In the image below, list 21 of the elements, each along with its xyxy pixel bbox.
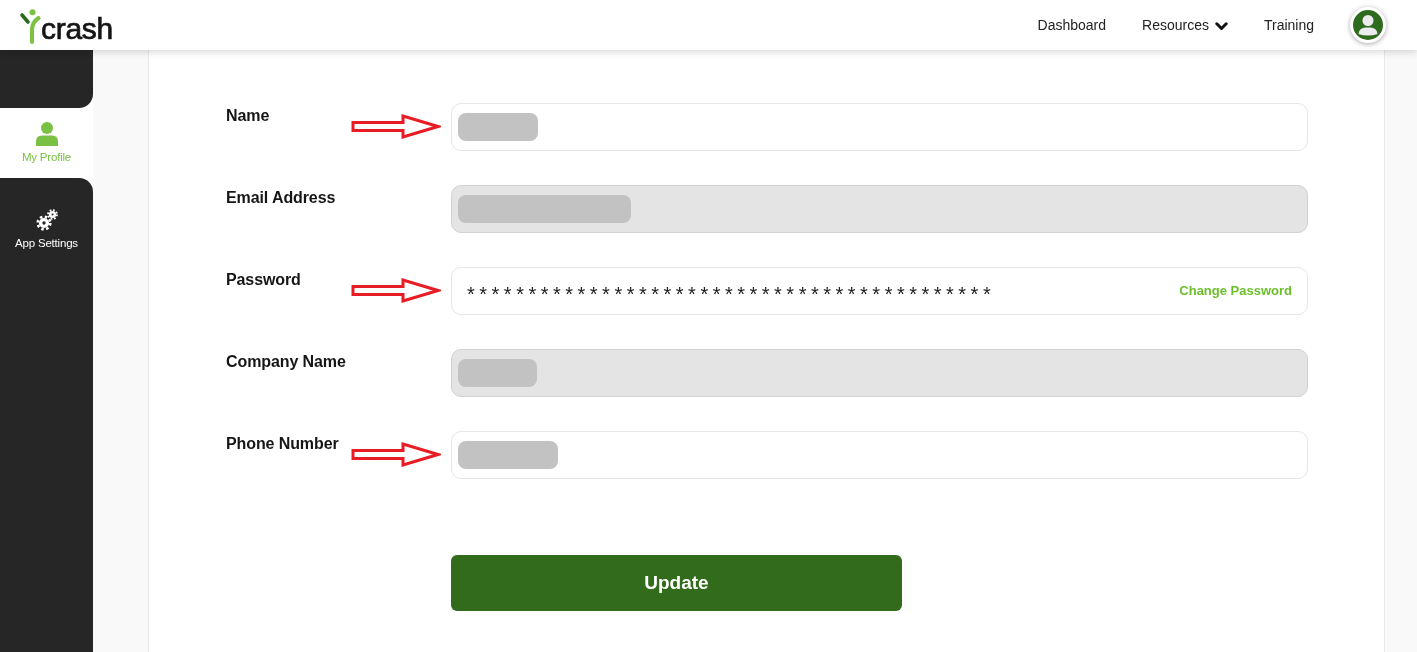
logo-text: crash: [41, 13, 113, 45]
person-icon: [35, 122, 58, 146]
input-field[interactable]: ******************************************* Change Password: [451, 267, 1308, 315]
nav-dropdown[interactable]: Resources: [1142, 14, 1228, 36]
field-label: Company Name: [226, 352, 347, 372]
input-field[interactable]: [451, 103, 1308, 151]
nav-link[interactable]: Dashboard: [1037, 14, 1106, 36]
input-field[interactable]: [451, 431, 1308, 479]
gears-icon: [35, 209, 58, 231]
field-label: Phone Number: [226, 434, 340, 454]
password-value: *******************************************: [467, 284, 996, 304]
sidebar-item[interactable]: App Settings: [0, 178, 93, 266]
nav-link[interactable]: Training: [1263, 14, 1314, 36]
field-label: Name: [226, 106, 271, 126]
field-label: Password: [226, 270, 302, 290]
field-label: Email Address: [226, 188, 337, 208]
logo[interactable]: crash: [19, 5, 113, 45]
update-button[interactable]: Update: [451, 555, 902, 611]
avatar-icon[interactable]: [1350, 7, 1386, 43]
chevron-down-icon: [1214, 22, 1228, 31]
logo-figure-icon: [19, 9, 41, 44]
